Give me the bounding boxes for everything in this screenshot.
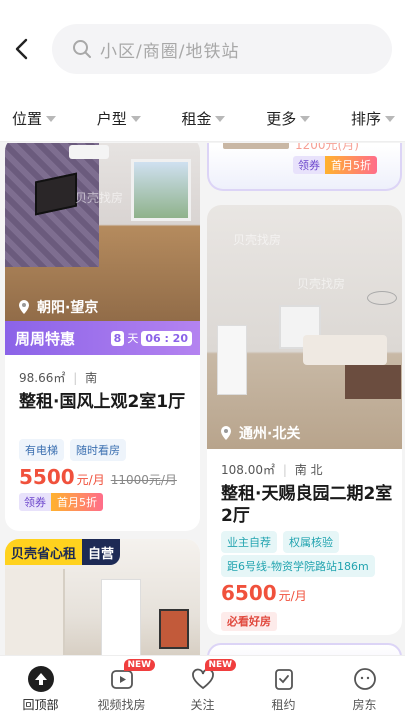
listing-card[interactable]: 贝壳找房 朝阳·望京 周周特惠 8 天 06 : 20 98.66㎡ | 南 整… <box>5 143 200 531</box>
listing-price-row: 5500 元/月 11000元/月 <box>19 465 177 489</box>
filter-more[interactable]: 更多 <box>266 108 311 129</box>
listing-tag: 随时看房 <box>70 439 126 461</box>
filter-rent[interactable]: 租金 <box>181 108 226 129</box>
nav-landlord[interactable]: 房东 <box>324 656 405 720</box>
filter-layout[interactable]: 户型 <box>97 108 141 129</box>
listing-card[interactable]: 贝壳省心租 自营 <box>5 539 200 655</box>
location-pin-icon <box>19 300 29 314</box>
bottom-nav: 回顶部 NEW 视频找房 NEW 关注 租约 房东 <box>0 655 405 720</box>
arrow-up-icon <box>27 666 54 692</box>
listing-card[interactable] <box>207 643 402 655</box>
landlord-icon <box>353 668 376 690</box>
must-see-badge: 必看好房 <box>221 610 277 631</box>
listing-price-row: 6500 元/月 <box>221 581 307 605</box>
listing-card-partial[interactable]: 1200元(月) 领券 首月5折 <box>207 143 402 191</box>
listing-location: 朝阳·望京 <box>17 297 98 317</box>
price-unit: 元/月 <box>278 589 307 603</box>
listing-meta: 98.66㎡ | 南 <box>19 371 98 385</box>
watermark: 贝壳找房 <box>297 277 346 291</box>
search-input[interactable]: 小区/商圈/地铁站 <box>52 24 392 74</box>
coupon-badge[interactable]: 领券 首月5折 <box>19 493 103 511</box>
caret-down-icon <box>46 115 57 122</box>
contract-icon <box>274 669 293 690</box>
nav-follow[interactable]: NEW 关注 <box>162 656 243 720</box>
nav-lease[interactable]: 租约 <box>243 656 324 720</box>
caret-down-icon <box>300 115 311 122</box>
metro-info: 距6号线-物资学院路站186m <box>221 555 381 577</box>
listing-meta: 108.00㎡ | 南 北 <box>221 463 323 477</box>
listing-title: 整租·天赐良园二期2室2厅 <box>221 484 393 526</box>
filter-sort[interactable]: 排序 <box>351 108 395 129</box>
listing-feed[interactable]: 1200元(月) 领券 首月5折 贝壳找房 朝阳·望京 周周特惠 8 天 06 … <box>0 143 405 655</box>
watermark: 贝壳找房 <box>75 191 124 205</box>
listing-photo: 贝壳找房 朝阳·望京 <box>5 143 200 327</box>
search-icon <box>73 40 91 58</box>
filter-bar: 位置 户型 租金 更多 排序 <box>0 96 405 142</box>
back-button[interactable] <box>10 34 34 64</box>
listing-price: 5500 <box>19 465 75 489</box>
caret-down-icon <box>384 115 395 122</box>
header: 小区/商圈/地铁站 <box>0 0 405 96</box>
listing-tags: 有电梯 随时看房 <box>19 439 132 461</box>
price-fragment: 1200元(月) <box>295 143 359 152</box>
listing-photo: 贝壳找房 贝壳找房 通州·北关 <box>207 205 402 449</box>
caret-down-icon <box>215 115 226 122</box>
new-badge: NEW <box>204 659 237 671</box>
coupon-badge[interactable]: 领券 首月5折 <box>293 156 377 174</box>
listing-location: 通州·北关 <box>219 423 300 443</box>
new-badge: NEW <box>123 659 156 671</box>
caret-down-icon <box>130 115 141 122</box>
brand-label: 贝壳省心租 自营 <box>5 539 121 565</box>
promo-label: 周周特惠 <box>15 329 76 348</box>
price-unit: 元/月 <box>76 473 105 487</box>
search-placeholder: 小区/商圈/地铁站 <box>100 41 240 62</box>
nav-back-to-top[interactable]: 回顶部 <box>0 656 81 720</box>
countdown: 8 天 06 : 20 <box>110 330 192 346</box>
listing-tag: 权属核验 <box>283 531 339 553</box>
filter-location[interactable]: 位置 <box>12 108 57 129</box>
photo-strip <box>223 143 289 149</box>
listing-price: 6500 <box>221 581 277 605</box>
original-price: 11000元/月 <box>110 473 177 487</box>
location-pin-icon <box>221 426 231 440</box>
nav-video-search[interactable]: NEW 视频找房 <box>81 656 162 720</box>
listing-tags: 业主自荐 权属核验 <box>221 531 345 553</box>
listing-title: 整租·国风上观2室1厅 <box>19 392 186 412</box>
listing-tag: 有电梯 <box>19 439 64 461</box>
promo-bar: 周周特惠 8 天 06 : 20 <box>5 321 200 355</box>
listing-tag: 业主自荐 <box>221 531 277 553</box>
chevron-left-icon <box>15 38 28 60</box>
watermark: 贝壳找房 <box>233 233 282 247</box>
listing-card[interactable]: 贝壳找房 贝壳找房 通州·北关 108.00㎡ | 南 北 整租·天赐良园二期2… <box>207 205 402 635</box>
